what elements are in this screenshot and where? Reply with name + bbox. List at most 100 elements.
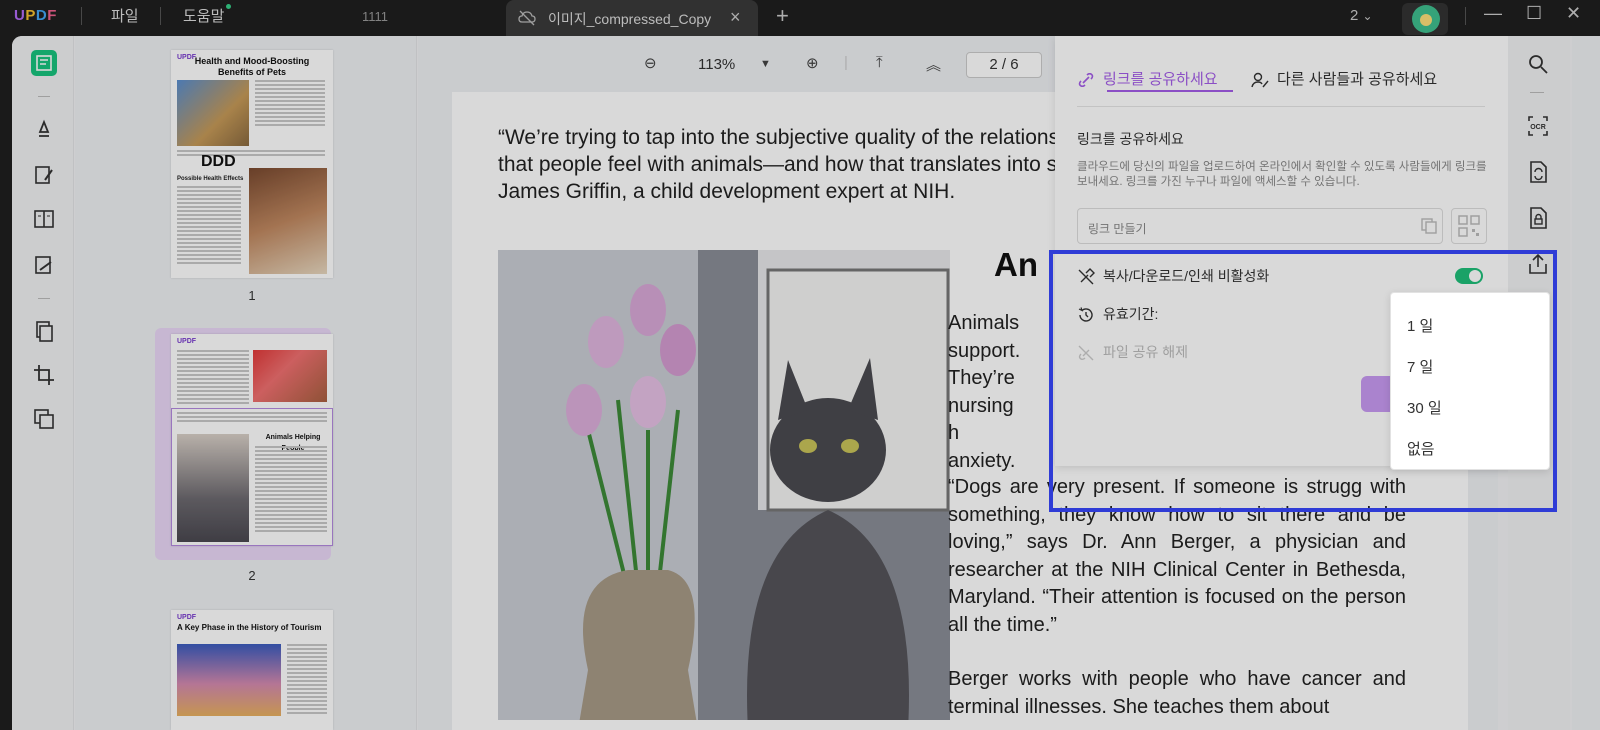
thumb-text-lines bbox=[287, 644, 327, 716]
thumb-cat-image bbox=[177, 434, 249, 542]
unshare-row[interactable]: 파일 공유 해제 bbox=[1077, 342, 1188, 362]
person-share-icon bbox=[1251, 72, 1269, 88]
title-bar: UPDF 파일 도움말 1111 이미지_compressed_Copy × +… bbox=[0, 0, 1600, 36]
paragraph-1: Animals support. They’re nursing h anxie… bbox=[948, 312, 1021, 472]
chevron-down-icon: ⌄ bbox=[1362, 9, 1373, 23]
page-total: 6 bbox=[1010, 56, 1019, 73]
page-thumbnail-3[interactable]: UPDF A Key Phase in the History of Touri… bbox=[171, 610, 333, 730]
close-window-icon[interactable]: ✕ bbox=[1566, 3, 1581, 24]
document-view: ⊖ 113% ▼ ⊕ | ⤒ ︽ 2 / 6 “We’re trying to … bbox=[418, 36, 1515, 730]
protect-file-icon[interactable] bbox=[1526, 206, 1550, 230]
zoom-dropdown-icon[interactable]: ▼ bbox=[760, 58, 771, 70]
thumb-text-lines bbox=[177, 150, 325, 158]
app-window: UPDF Health and Mood-Boosting Benefits o… bbox=[12, 36, 1600, 730]
thumb-text-lines bbox=[177, 350, 249, 406]
zoom-in-icon[interactable]: ⊕ bbox=[806, 54, 819, 72]
create-link-placeholder: 링크 만들기 bbox=[1088, 222, 1147, 236]
close-tab-icon[interactable]: × bbox=[730, 7, 741, 28]
thumbnail-panel: UPDF Health and Mood-Boosting Benefits o… bbox=[75, 36, 417, 730]
quote-paragraph: “We’re trying to tap into the subjective… bbox=[498, 126, 1088, 203]
updf-logo: UPDF bbox=[14, 7, 57, 24]
qr-code-button[interactable] bbox=[1451, 208, 1487, 244]
layers-icon[interactable] bbox=[31, 406, 57, 432]
disable-copy-row: 복사/다운로드/인쇄 비활성화 bbox=[1077, 266, 1269, 286]
first-page-icon[interactable]: ⤒ bbox=[876, 54, 883, 71]
expiry-dropdown-menu: 1 일 7 일 30 일 없음 bbox=[1390, 292, 1550, 470]
zoom-out-icon[interactable]: ⊖ bbox=[644, 54, 657, 72]
ocr-icon[interactable]: OCR bbox=[1526, 114, 1550, 138]
document-tab[interactable]: 이미지_compressed_Copy × bbox=[506, 0, 758, 36]
page-separator: / bbox=[1001, 56, 1007, 73]
comment-highlighter-icon[interactable] bbox=[31, 116, 57, 142]
convert-icon[interactable] bbox=[31, 318, 57, 344]
share-heading: 링크를 공유하세요 bbox=[1077, 131, 1184, 147]
new-tab-icon[interactable]: + bbox=[776, 3, 789, 29]
menu-help[interactable]: 도움말 bbox=[183, 5, 224, 26]
page-number-field[interactable]: 2 / 6 bbox=[966, 52, 1042, 78]
zoom-level[interactable]: 113% bbox=[698, 56, 735, 73]
form-icon[interactable] bbox=[31, 252, 57, 278]
title-separator bbox=[81, 7, 82, 25]
expiry-option-7-days[interactable]: 7 일 bbox=[1407, 356, 1433, 377]
page-thumbnail-2[interactable]: UPDF Animals Helping People bbox=[171, 334, 333, 546]
edit-pdf-icon[interactable] bbox=[31, 162, 57, 188]
unshare-label: 파일 공유 해제 bbox=[1103, 344, 1189, 360]
scrollbar[interactable] bbox=[1572, 36, 1600, 730]
tab-share-link-label: 링크를 공유하세요 bbox=[1103, 71, 1218, 88]
avatar[interactable] bbox=[1402, 3, 1448, 35]
tab-share-with-others-label: 다른 사람들과 공유하세요 bbox=[1277, 71, 1438, 88]
expiry-option-30-days[interactable]: 30 일 bbox=[1407, 397, 1442, 418]
crop-icon[interactable] bbox=[31, 362, 57, 388]
page-current: 2 bbox=[989, 56, 998, 73]
paragraph-2: “Dogs are very present. If someone is st… bbox=[948, 476, 1406, 636]
paragraph-3: Berger works with people who have cancer… bbox=[948, 668, 1406, 718]
no-copy-icon bbox=[1078, 268, 1095, 285]
previous-page-icon[interactable]: ︽ bbox=[926, 54, 941, 75]
title-separator bbox=[1465, 7, 1466, 25]
title-separator bbox=[160, 7, 161, 25]
cat-tulips-photo bbox=[498, 250, 950, 720]
rail-separator bbox=[38, 96, 50, 97]
window-count-value: 2 bbox=[1350, 7, 1359, 24]
copy-icon[interactable] bbox=[1420, 217, 1438, 235]
page-thumbnail-1[interactable]: UPDF Health and Mood-Boosting Benefits o… bbox=[171, 50, 333, 278]
share-export-icon[interactable] bbox=[1526, 252, 1550, 276]
document-page-count: 1111 bbox=[362, 9, 389, 24]
left-tool-rail bbox=[12, 36, 74, 730]
tab-share-with-others[interactable]: 다른 사람들과 공유하세요 bbox=[1251, 68, 1437, 89]
thumb-subheading: Possible Health Effects bbox=[177, 176, 244, 182]
create-link-field[interactable]: 링크 만들기 bbox=[1077, 208, 1443, 244]
thumb-title: A Key Phase in the History of Tourism bbox=[177, 623, 322, 632]
history-clock-icon bbox=[1078, 307, 1093, 322]
share-divider bbox=[1077, 106, 1485, 107]
qr-code-icon bbox=[1458, 215, 1480, 237]
window-count[interactable]: 2 ⌄ bbox=[1350, 7, 1373, 24]
organize-pages-icon[interactable] bbox=[31, 206, 57, 232]
expiry-row: 유효기간: bbox=[1077, 304, 1158, 324]
link-icon bbox=[1078, 72, 1094, 88]
thumb-logo: UPDF bbox=[177, 614, 197, 621]
thumb-dog-image bbox=[249, 168, 327, 274]
reader-icon[interactable] bbox=[31, 50, 57, 76]
maximize-icon[interactable]: ☐ bbox=[1526, 3, 1542, 24]
avatar-face-icon bbox=[1412, 5, 1440, 33]
disable-copy-toggle[interactable] bbox=[1455, 268, 1483, 284]
tab-share-link[interactable]: 링크를 공유하세요 bbox=[1077, 68, 1233, 92]
minimize-icon[interactable]: — bbox=[1484, 3, 1502, 24]
search-icon[interactable] bbox=[1526, 52, 1550, 76]
rail-separator bbox=[1530, 92, 1544, 93]
thumb-overlay-text: DDD bbox=[201, 153, 236, 170]
thumb-tourism-image bbox=[177, 644, 281, 716]
expiry-label: 유효기간: bbox=[1103, 306, 1159, 322]
thumb-page-number: 1 bbox=[248, 288, 256, 303]
thumb-text-lines bbox=[255, 446, 327, 534]
convert-file-icon[interactable] bbox=[1526, 160, 1550, 184]
unlink-icon bbox=[1078, 345, 1094, 361]
menu-file[interactable]: 파일 bbox=[111, 5, 139, 26]
expiry-option-1-day[interactable]: 1 일 bbox=[1407, 315, 1433, 336]
thumb-text-lines bbox=[255, 80, 325, 128]
notification-dot bbox=[226, 4, 231, 9]
expiry-option-none[interactable]: 없음 bbox=[1407, 438, 1435, 459]
thumb-cat-image bbox=[177, 80, 249, 146]
article-heading: An bbox=[994, 246, 1038, 283]
